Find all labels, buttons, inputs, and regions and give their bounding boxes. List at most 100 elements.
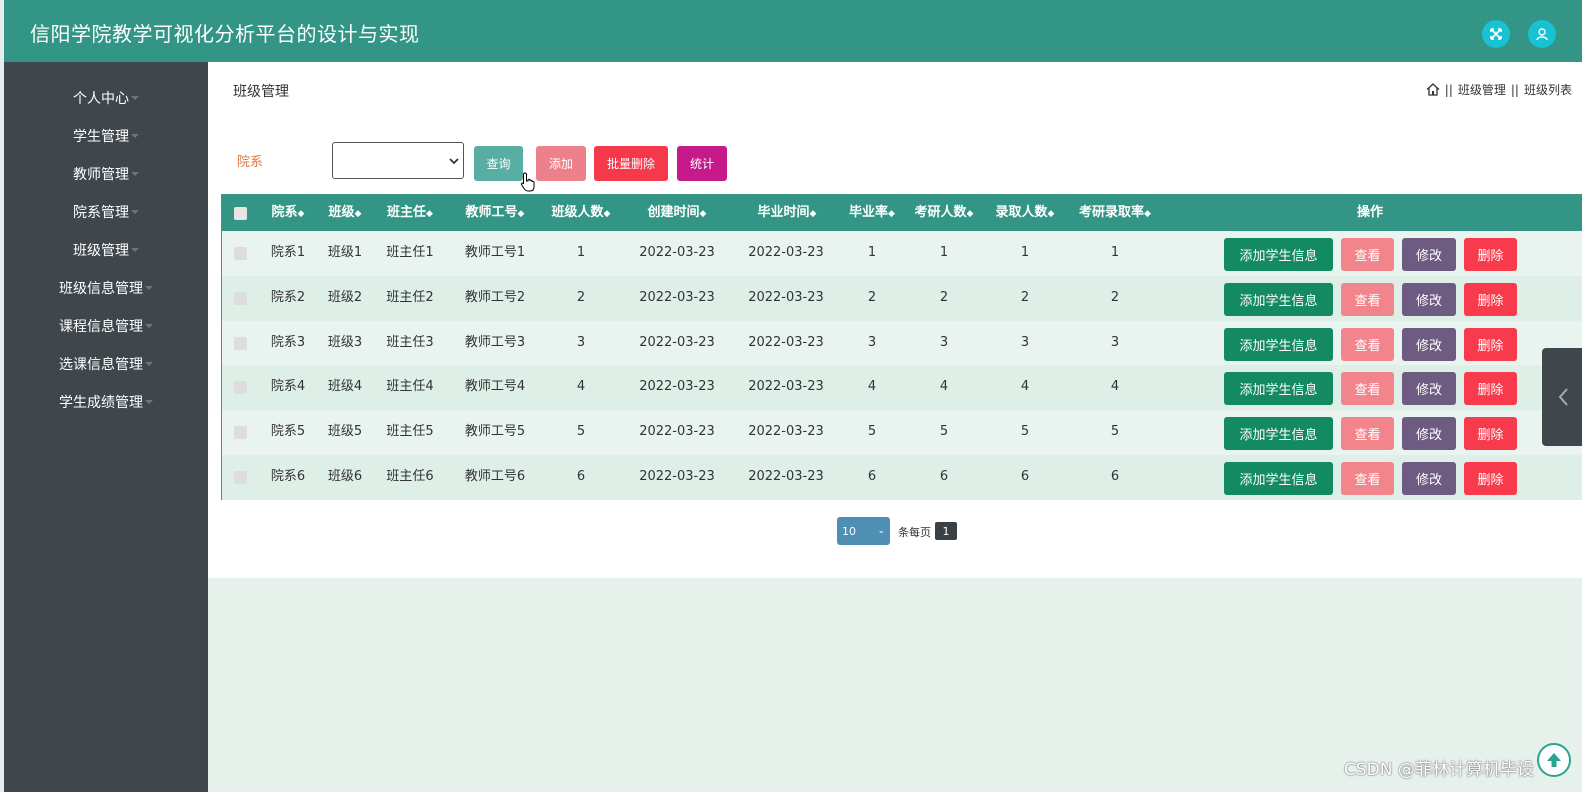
- cell-admitted: 5: [1020, 424, 1030, 440]
- column-header-graduation-time[interactable]: 毕业时间◆: [746, 195, 828, 231]
- cell-department: 院系5: [270, 424, 306, 440]
- cell-head-teacher: 班主任5: [386, 424, 434, 440]
- breadcrumb-class-management[interactable]: 班级管理: [1458, 81, 1506, 98]
- row-checkbox[interactable]: [234, 291, 247, 305]
- cell-admission-rate: 1: [1110, 245, 1120, 260]
- department-select[interactable]: [332, 142, 464, 179]
- view-button[interactable]: 查看: [1341, 327, 1394, 361]
- page-number-current[interactable]: 1: [935, 522, 957, 540]
- column-header-department[interactable]: 院系◆: [266, 195, 310, 231]
- edit-button[interactable]: 修改: [1402, 462, 1456, 495]
- arrow-up-icon: [1547, 753, 1561, 767]
- sidebar-item-teachers[interactable]: 教师管理: [4, 155, 208, 193]
- hand-cursor-icon: [520, 172, 535, 192]
- sidebar-item-students[interactable]: 学生管理: [4, 117, 208, 155]
- column-header-postgrad-applicants[interactable]: 考研人数◆: [910, 195, 978, 231]
- user-button[interactable]: [1528, 20, 1556, 48]
- row-checkbox[interactable]: [234, 247, 247, 260]
- row-checkbox[interactable]: [234, 381, 247, 395]
- delete-button[interactable]: 删除: [1464, 462, 1517, 495]
- batch-delete-button[interactable]: 批量删除: [594, 146, 668, 181]
- fullscreen-button[interactable]: [1482, 20, 1510, 48]
- table-row: 院系6 班级6 班主任6 教师工号6 6 2022-03-23 2022-03-23 6 6 6 6…: [222, 455, 1582, 500]
- add-student-info-button[interactable]: 添加学生信息: [1224, 417, 1333, 451]
- add-student-info-button[interactable]: 添加学生信息: [1224, 238, 1333, 271]
- view-button[interactable]: 查看: [1341, 462, 1394, 495]
- sort-icon: ◆: [354, 209, 362, 219]
- back-to-top-button[interactable]: [1537, 743, 1571, 777]
- delete-button[interactable]: 删除: [1464, 417, 1517, 451]
- edit-button[interactable]: 修改: [1402, 282, 1456, 316]
- cell-teacher-id: 教师工号4: [464, 379, 526, 395]
- column-header-admitted[interactable]: 录取人数◆: [990, 195, 1060, 231]
- add-student-info-button[interactable]: 添加学生信息: [1224, 372, 1333, 406]
- statistics-button[interactable]: 统计: [677, 146, 727, 181]
- delete-button[interactable]: 删除: [1464, 238, 1517, 271]
- add-button[interactable]: 添加: [536, 146, 586, 181]
- cell-postgrad-applicants: 2: [939, 289, 949, 305]
- cell-postgrad-applicants: 6: [939, 469, 949, 484]
- edit-button[interactable]: 修改: [1402, 327, 1456, 361]
- sort-icon: ◆: [603, 209, 611, 219]
- column-header-graduation-rate[interactable]: 毕业率◆: [844, 195, 900, 231]
- cell-admitted: 4: [1020, 379, 1030, 395]
- caret-down-icon: [145, 324, 153, 328]
- cell-graduation-time: 2022-03-23: [748, 379, 824, 395]
- edit-button[interactable]: 修改: [1402, 417, 1456, 451]
- add-student-info-button[interactable]: 添加学生信息: [1224, 282, 1333, 316]
- cell-department: 院系3: [270, 334, 306, 350]
- column-header-head-teacher[interactable]: 班主任◆: [381, 195, 439, 231]
- view-button[interactable]: 查看: [1341, 417, 1394, 451]
- column-header-admission-rate[interactable]: 考研录取率◆: [1074, 195, 1156, 231]
- query-button[interactable]: 查询: [474, 146, 523, 181]
- cell-graduation-rate: 3: [867, 334, 877, 350]
- delete-button[interactable]: 删除: [1464, 327, 1517, 361]
- column-header-class[interactable]: 班级◆: [323, 195, 367, 231]
- caret-down-icon: [145, 362, 153, 366]
- view-button[interactable]: 查看: [1341, 372, 1394, 406]
- add-student-info-button[interactable]: 添加学生信息: [1224, 462, 1333, 495]
- sidebar-item-course-selection[interactable]: 选课信息管理: [4, 345, 208, 383]
- select-all-checkbox[interactable]: [234, 207, 247, 220]
- caret-down-icon: [131, 172, 139, 176]
- sidebar-item-grades[interactable]: 学生成绩管理: [4, 383, 208, 421]
- cell-graduation-time: 2022-03-23: [748, 245, 824, 260]
- view-button[interactable]: 查看: [1341, 282, 1394, 316]
- cell-head-teacher: 班主任2: [386, 289, 434, 305]
- cell-admission-rate: 2: [1110, 289, 1120, 305]
- sidebar-item-label: 院系管理: [73, 205, 129, 221]
- column-header-created-time[interactable]: 创建时间◆: [636, 195, 718, 231]
- sort-icon: ◆: [809, 209, 817, 219]
- sidebar-item-course-info[interactable]: 课程信息管理: [4, 307, 208, 345]
- column-header-teacher-id[interactable]: 教师工号◆: [460, 195, 530, 231]
- sidebar-item-departments[interactable]: 院系管理: [4, 193, 208, 231]
- sort-icon: ◆: [966, 209, 974, 219]
- row-checkbox[interactable]: [234, 426, 247, 440]
- sidebar-item-class-info[interactable]: 班级信息管理: [4, 269, 208, 307]
- sidebar-item-label: 学生成绩管理: [59, 395, 143, 411]
- cell-department: 院系4: [270, 379, 306, 395]
- edit-button[interactable]: 修改: [1402, 238, 1456, 271]
- fullscreen-icon: [1490, 28, 1502, 40]
- side-panel-toggle[interactable]: [1542, 348, 1582, 446]
- column-header-class-size[interactable]: 班级人数◆: [546, 195, 616, 231]
- add-student-info-button[interactable]: 添加学生信息: [1224, 327, 1333, 361]
- cell-head-teacher: 班主任1: [386, 245, 434, 260]
- cell-admitted: 2: [1020, 289, 1030, 305]
- cell-head-teacher: 班主任6: [386, 469, 434, 484]
- cell-class-size: 4: [576, 379, 586, 395]
- table-row: 院系5 班级5 班主任5 教师工号5 5 2022-03-23 2022-03-23 5 5 5 5…: [222, 410, 1582, 455]
- delete-button[interactable]: 删除: [1464, 372, 1517, 406]
- sidebar-item-personal-center[interactable]: 个人中心: [4, 79, 208, 117]
- row-checkbox[interactable]: [234, 336, 247, 350]
- page-size-select[interactable]: 10 ⌄: [837, 517, 890, 545]
- home-icon[interactable]: [1426, 83, 1440, 96]
- row-checkbox[interactable]: [234, 471, 247, 484]
- delete-button[interactable]: 删除: [1464, 282, 1517, 316]
- edit-button[interactable]: 修改: [1402, 372, 1456, 406]
- view-button[interactable]: 查看: [1341, 238, 1394, 271]
- class-table: 院系◆ 班级◆ 班主任◆ 教师工号◆ 班级人数◆ 创建时间◆ 毕业时间◆ 毕业率…: [221, 194, 1582, 500]
- sidebar-item-classes[interactable]: 班级管理: [4, 231, 208, 269]
- sidebar-item-label: 学生管理: [73, 129, 129, 145]
- cell-created-time: 2022-03-23: [639, 289, 715, 305]
